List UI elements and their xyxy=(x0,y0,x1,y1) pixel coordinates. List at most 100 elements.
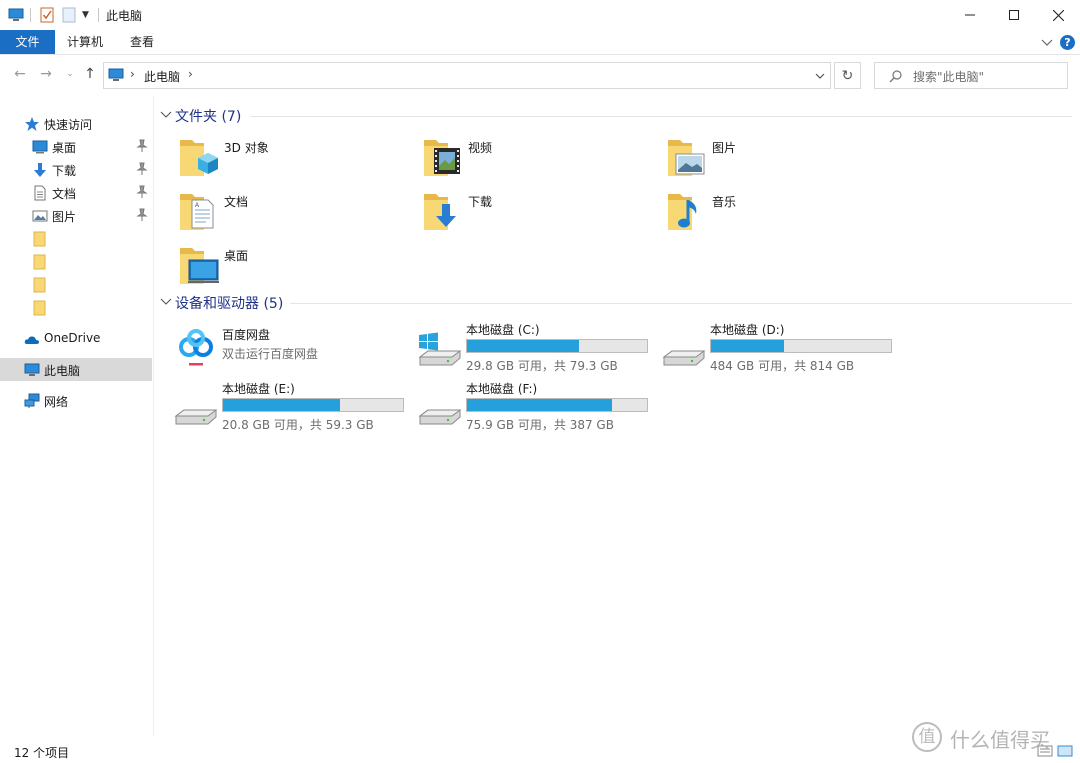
drive-c[interactable]: 本地磁盘 (C:) 29.8 GB 可用，共 79.3 GB xyxy=(418,321,658,377)
sidebar-item-label: 此电脑 xyxy=(44,364,81,378)
drive-free-space: 75.9 GB 可用，共 387 GB xyxy=(466,418,614,432)
sidebar-item-onedrive[interactable]: OneDrive xyxy=(0,327,152,350)
maximize-button[interactable] xyxy=(992,0,1036,30)
ribbon-tabs: 文件 计算机 查看 ? xyxy=(0,30,1080,55)
navigation-pane: 快速访问 桌面 下载 文档 图片 OneDrive 此电脑 网络 xyxy=(0,96,152,736)
folder-3d-objects[interactable]: 3D 对象 xyxy=(176,136,416,186)
drive-free-space: 20.8 GB 可用，共 59.3 GB xyxy=(222,418,374,432)
this-pc-icon xyxy=(108,68,124,81)
title-bar: ▼ 此电脑 xyxy=(0,0,1080,30)
folder-name: 图片 xyxy=(712,141,737,155)
videos-folder-icon xyxy=(424,140,460,176)
folder-downloads[interactable]: 下载 xyxy=(420,190,660,240)
window-title: 此电脑 xyxy=(106,9,143,23)
drive-usage-bar xyxy=(466,398,648,412)
folder-music[interactable]: 音乐 xyxy=(664,190,904,240)
drive-usage-bar xyxy=(710,339,892,353)
drive-d[interactable]: 本地磁盘 (D:) 484 GB 可用，共 814 GB xyxy=(662,321,902,377)
folder-name: 视频 xyxy=(468,141,493,155)
sidebar-item-network[interactable]: 网络 xyxy=(0,389,152,412)
tab-computer[interactable]: 计算机 xyxy=(62,30,108,54)
sidebar-item-desktop[interactable]: 桌面 xyxy=(0,135,152,158)
pin-icon[interactable] xyxy=(136,185,148,199)
drive-f[interactable]: 本地磁盘 (F:) 75.9 GB 可用，共 387 GB xyxy=(418,380,658,436)
close-icon xyxy=(1052,9,1064,21)
folder-desktop[interactable]: 桌面 xyxy=(176,244,416,294)
folder-documents[interactable]: A 文档 xyxy=(176,190,416,240)
pin-icon[interactable] xyxy=(136,139,148,153)
sidebar-item-label: 下载 xyxy=(52,164,77,178)
close-button[interactable] xyxy=(1036,0,1080,30)
sidebar-item-folder[interactable] xyxy=(0,273,152,296)
pane-divider[interactable] xyxy=(153,96,154,736)
baidu-netdisk[interactable]: 百度网盘 双击运行百度网盘 xyxy=(174,326,414,382)
search-icon xyxy=(889,70,902,83)
drive-usage-fill xyxy=(223,399,340,411)
search-box[interactable]: 搜索"此电脑" xyxy=(874,62,1068,89)
item-count: 12 个项目 xyxy=(14,746,70,760)
folder-icon xyxy=(33,231,46,247)
chevron-down-icon xyxy=(160,298,172,305)
folders-group-header[interactable]: 文件夹 (7) xyxy=(160,106,1072,126)
expand-ribbon-chevron-icon[interactable] xyxy=(1040,34,1054,50)
minimize-button[interactable] xyxy=(948,0,992,30)
up-arrow-icon[interactable]: ↑ xyxy=(82,66,98,82)
pictures-folder-icon xyxy=(668,140,705,176)
maximize-icon xyxy=(1009,10,1019,20)
breadcrumb-this-pc[interactable]: 此电脑 xyxy=(144,68,180,85)
tab-view[interactable]: 查看 xyxy=(124,30,160,54)
folder-icon xyxy=(33,277,46,293)
properties-icon[interactable] xyxy=(40,6,54,24)
drive-e[interactable]: 本地磁盘 (E:) 20.8 GB 可用，共 59.3 GB xyxy=(174,380,414,436)
music-folder-icon xyxy=(668,194,697,230)
devices-group-header[interactable]: 设备和驱动器 (5) xyxy=(160,293,1072,313)
recent-locations-chevron-icon[interactable]: ⌄ xyxy=(62,66,78,82)
sidebar-item-folder[interactable] xyxy=(0,227,152,250)
breadcrumb-chevron-icon[interactable]: › xyxy=(130,67,135,81)
new-folder-icon[interactable] xyxy=(62,6,76,24)
customize-toolbar-dropdown-icon[interactable]: ▼ xyxy=(82,6,92,24)
sidebar-item-documents[interactable]: 文档 xyxy=(0,181,152,204)
sidebar-item-label: 网络 xyxy=(44,395,69,409)
tab-file[interactable]: 文件 xyxy=(0,30,55,54)
sidebar-item-quick-access[interactable]: 快速访问 xyxy=(0,112,152,135)
refresh-button[interactable]: ↻ xyxy=(834,62,861,89)
address-bar[interactable]: › 此电脑 › xyxy=(103,62,831,89)
folder-name: 3D 对象 xyxy=(224,141,269,155)
sidebar-item-downloads[interactable]: 下载 xyxy=(0,158,152,181)
pin-icon[interactable] xyxy=(136,208,148,222)
sidebar-item-this-pc[interactable]: 此电脑 xyxy=(0,358,152,381)
minimize-icon xyxy=(965,14,975,16)
folder-name: 音乐 xyxy=(712,195,737,209)
desktop-folder-icon xyxy=(180,248,219,284)
download-icon xyxy=(34,163,46,177)
folder-videos[interactable]: 视频 xyxy=(420,136,660,186)
drive-name: 本地磁盘 (E:) xyxy=(222,382,295,396)
sidebar-item-pictures[interactable]: 图片 xyxy=(0,204,152,227)
search-placeholder: 搜索"此电脑" xyxy=(913,70,985,84)
sidebar-item-label: 桌面 xyxy=(52,141,77,155)
sidebar-item-folder[interactable] xyxy=(0,250,152,273)
watermark-logo: 值 xyxy=(912,722,942,752)
hard-drive-icon xyxy=(174,409,218,425)
drive-usage-fill xyxy=(467,399,612,411)
back-arrow-icon[interactable]: ← xyxy=(12,66,28,82)
sidebar-item-folder[interactable] xyxy=(0,296,152,319)
breadcrumb-chevron-icon[interactable]: › xyxy=(188,67,193,81)
folder-pictures[interactable]: 图片 xyxy=(664,136,904,186)
refresh-icon: ↻ xyxy=(841,67,854,84)
drive-name: 本地磁盘 (C:) xyxy=(466,323,540,337)
baidu-netdisk-icon xyxy=(174,326,220,368)
drive-name: 本地磁盘 (D:) xyxy=(710,323,785,337)
folder-name: 桌面 xyxy=(224,249,249,263)
folder-icon xyxy=(33,300,46,316)
folder-icon xyxy=(33,254,46,270)
help-icon[interactable]: ? xyxy=(1060,35,1075,50)
sidebar-item-label: 文档 xyxy=(52,187,77,201)
sidebar-item-label: 快速访问 xyxy=(44,118,93,132)
forward-arrow-icon[interactable]: → xyxy=(38,66,54,82)
pin-icon[interactable] xyxy=(136,162,148,176)
downloads-folder-icon xyxy=(424,194,456,230)
network-icon xyxy=(24,393,40,408)
address-dropdown-button[interactable] xyxy=(808,63,830,88)
